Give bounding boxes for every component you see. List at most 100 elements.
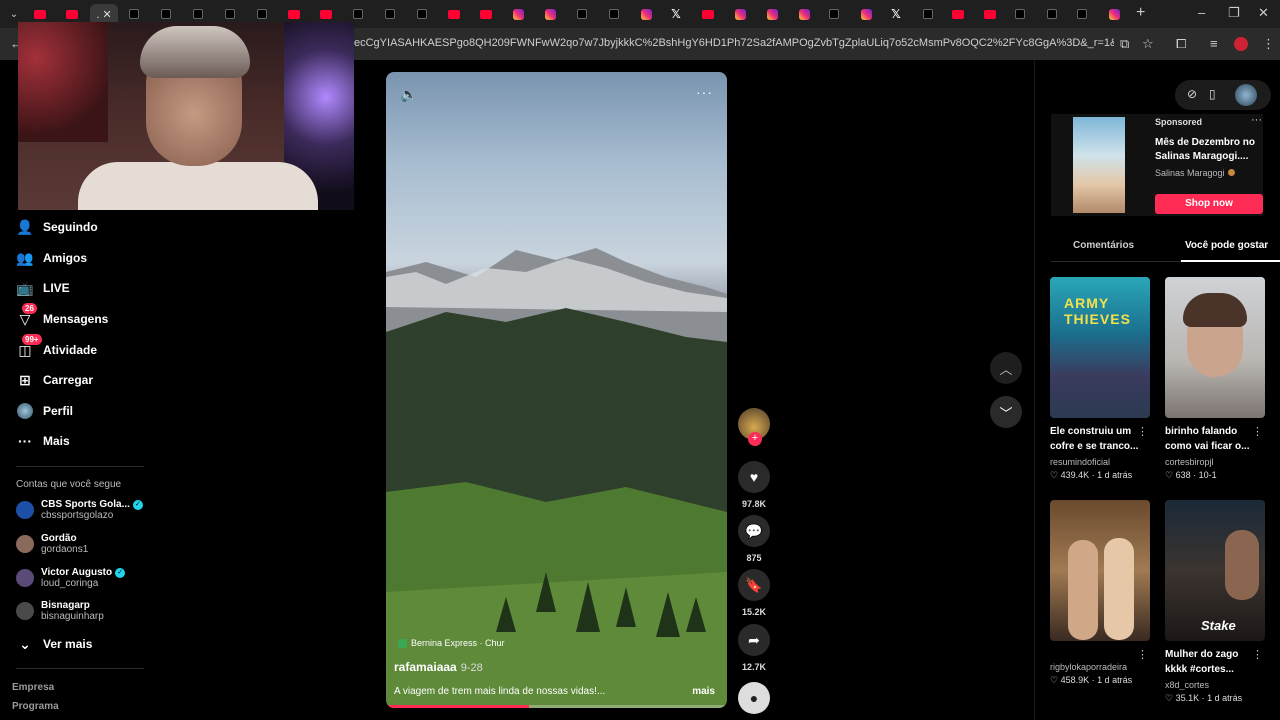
tab-tiktok[interactable] <box>190 6 206 22</box>
compass-icon[interactable]: ⊘ <box>1187 87 1197 101</box>
card-more-icon[interactable]: ⋮ <box>1252 648 1263 661</box>
tab-tiktok[interactable] <box>382 6 398 22</box>
bookmark-star-icon[interactable]: ☆ <box>1142 36 1154 52</box>
sidebar-item-messages[interactable]: ▽ 26 Mensagens <box>16 303 108 330</box>
tab-tiktok[interactable] <box>254 6 270 22</box>
tab-tiktok[interactable] <box>1012 6 1028 22</box>
tab-instagram[interactable] <box>764 6 780 22</box>
followed-account[interactable]: Gordão gordaons1 <box>16 529 88 559</box>
volume-icon[interactable]: 🔈 <box>400 86 417 103</box>
recommended-video-card[interactable]: Stake Mulher do zago kkkk #cortes... ⋮ x… <box>1165 500 1265 704</box>
new-tab-button[interactable]: + <box>1136 4 1145 22</box>
video-thumbnail[interactable]: Stake <box>1165 500 1265 641</box>
tab-tiktok[interactable] <box>920 6 936 22</box>
card-username[interactable]: resumindoficial <box>1050 457 1150 467</box>
sound-button[interactable]: ● <box>738 682 770 714</box>
save-button[interactable]: 🔖 15.2K <box>738 569 770 617</box>
tab-youtube[interactable] <box>700 6 716 22</box>
footer-link-program[interactable]: Programa <box>12 701 59 712</box>
follow-plus-icon[interactable]: + <box>748 432 762 446</box>
location-tag[interactable]: Bernina Express · Chur <box>398 638 505 648</box>
footer-link-company[interactable]: Empresa <box>12 682 54 693</box>
followed-account[interactable]: Victor Augusto ✓ loud_coringa <box>16 563 126 593</box>
ad-thumbnail[interactable] <box>1073 117 1125 213</box>
recommended-video-card[interactable]: birinho falando como vai ficar o... ⋮ co… <box>1165 277 1265 481</box>
browser-menu-icon[interactable]: ⋮ <box>1262 36 1275 52</box>
see-more-button[interactable]: ⌄ Ver mais <box>16 633 92 655</box>
tab-instagram[interactable] <box>732 6 748 22</box>
tab-tiktok[interactable] <box>606 6 622 22</box>
card-username[interactable]: x8d_cortes <box>1165 680 1265 690</box>
sidebar-item-live[interactable]: 📺 LIVE <box>16 277 69 299</box>
followed-account[interactable]: Bisnagarp bisnaguinharp <box>16 596 104 626</box>
video-more-options-icon[interactable]: ··· <box>696 84 713 100</box>
tab-youtube[interactable] <box>286 6 302 22</box>
sponsored-ad[interactable]: Sponsored ··· Mês de Dezembro no Salinas… <box>1051 114 1263 216</box>
sidebar-item-friends[interactable]: 👥 Amigos <box>16 247 87 269</box>
tab-x[interactable]: 𝕏 <box>888 6 904 22</box>
tab-instagram[interactable] <box>796 6 812 22</box>
ad-more-options-icon[interactable]: ··· <box>1251 114 1262 126</box>
next-video-button[interactable]: ﹀ <box>990 396 1022 428</box>
tab-youtube[interactable] <box>64 6 80 22</box>
sidebar-item-activity[interactable]: ◫ 99+ Atividade <box>16 334 97 361</box>
tab-youtube[interactable] <box>950 6 966 22</box>
sidebar-item-following[interactable]: 👤 Seguindo <box>16 216 97 238</box>
card-more-icon[interactable]: ⋮ <box>1137 648 1148 661</box>
tab-youtube[interactable] <box>982 6 998 22</box>
install-app-icon[interactable]: ⧉ <box>1120 36 1129 52</box>
tab-tiktok[interactable] <box>222 6 238 22</box>
tab-tiktok[interactable] <box>158 6 174 22</box>
caption-more-button[interactable]: mais <box>692 686 715 697</box>
avatar[interactable] <box>1235 84 1257 106</box>
tab-tiktok[interactable] <box>350 6 366 22</box>
phone-icon[interactable]: ▯ <box>1209 87 1216 101</box>
video-player[interactable]: 🔈 ··· Bernina Express · Chur rafamaiaaa 9… <box>386 72 727 708</box>
creator-avatar-button[interactable]: + <box>738 408 770 446</box>
tab-x[interactable]: 𝕏 <box>668 6 684 22</box>
close-window-icon[interactable]: ✕ <box>1258 5 1269 21</box>
tab-youtube[interactable] <box>446 6 462 22</box>
comment-button[interactable]: 💬 875 <box>738 515 770 563</box>
card-more-icon[interactable]: ⋮ <box>1137 425 1148 438</box>
tab-instagram[interactable] <box>638 6 654 22</box>
tab-tiktok[interactable] <box>574 6 590 22</box>
card-username[interactable]: rigbylokaporradeira <box>1050 662 1150 672</box>
profile-avatar-icon[interactable] <box>1234 37 1248 51</box>
media-control-icon[interactable]: ≡ <box>1210 36 1218 51</box>
tab-instagram[interactable] <box>542 6 558 22</box>
shop-now-button[interactable]: Shop now <box>1155 194 1263 214</box>
tab-tiktok[interactable] <box>1044 6 1060 22</box>
video-thumbnail[interactable]: ARMY THIEVES <box>1050 277 1150 418</box>
tab-youtube[interactable] <box>32 6 48 22</box>
followed-account[interactable]: CBS Sports Gola... ✓ cbssportsgolazo <box>16 495 143 525</box>
tab-tiktok[interactable] <box>414 6 430 22</box>
tab-tiktok[interactable] <box>126 6 142 22</box>
tab-instagram[interactable] <box>510 6 526 22</box>
card-more-icon[interactable]: ⋮ <box>1252 425 1263 438</box>
recommended-video-card[interactable]: ARMY THIEVES Ele construiu um cofre e se… <box>1050 277 1150 481</box>
url-field[interactable]: ecCgYIASAHKAESPgo8QH209FWNFwW2qo7w7Jbyjk… <box>354 37 1114 49</box>
previous-video-button[interactable]: ︿ <box>990 352 1022 384</box>
tab-youtube[interactable] <box>318 6 334 22</box>
tab-you-may-like[interactable]: Você pode gostar <box>1185 240 1268 251</box>
tab-search-chevron-icon[interactable]: ⌄ <box>6 6 22 22</box>
sidebar-item-profile[interactable]: Perfil <box>16 400 73 422</box>
like-button[interactable]: ♥ 97.8K <box>738 461 770 509</box>
video-thumbnail[interactable] <box>1050 500 1150 641</box>
sidebar-item-more[interactable]: ··· Mais <box>16 430 70 452</box>
restore-icon[interactable]: ❐ <box>1228 5 1240 21</box>
extensions-icon[interactable]: ⧠ <box>1176 36 1186 52</box>
video-author[interactable]: rafamaiaaa 9-28 <box>394 660 483 674</box>
card-username[interactable]: cortesbiropjl <box>1165 457 1265 467</box>
minimize-icon[interactable]: – <box>1198 5 1205 20</box>
sidebar-item-upload[interactable]: ⊞ Carregar <box>16 369 93 391</box>
tab-instagram[interactable] <box>858 6 874 22</box>
tab-youtube[interactable] <box>478 6 494 22</box>
tab-instagram[interactable] <box>1106 6 1122 22</box>
video-progress-bar[interactable] <box>386 705 727 708</box>
tab-tiktok[interactable] <box>1074 6 1090 22</box>
video-thumbnail[interactable] <box>1165 277 1265 418</box>
tab-comments[interactable]: Comentários <box>1073 240 1134 251</box>
recommended-video-card[interactable]: ⋮ rigbylokaporradeira ♡ 458.9K · 1 d atr… <box>1050 500 1150 686</box>
